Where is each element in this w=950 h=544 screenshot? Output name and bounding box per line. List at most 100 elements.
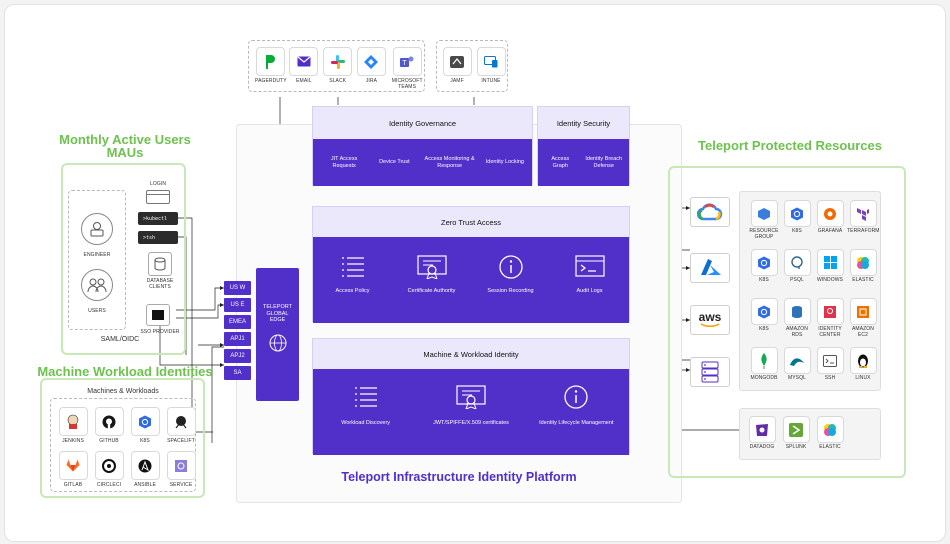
integration-jamf: JAMF: [442, 47, 472, 85]
resource-label: MYSQL: [787, 375, 806, 381]
workload-discovery-label: Workload Discovery: [341, 420, 391, 426]
tool-label: SPLUNK: [785, 444, 807, 450]
tool-label: DATADOG: [749, 444, 775, 450]
machine-item-k8s: K8S: [128, 407, 162, 451]
database-clients-icon: [148, 252, 172, 276]
machine-item-circleci: CIRCLECI: [92, 451, 126, 495]
region-emea: EMEA: [224, 315, 251, 329]
google-cloud-icon: [690, 197, 730, 227]
tsh-terminal: >tsh: [138, 231, 178, 244]
audit-logs-item: Audit Logs: [560, 255, 620, 295]
resource-label: AMAZON EC2: [852, 326, 874, 338]
users-label: USERS: [88, 307, 106, 314]
resource-item: AMAZON EC2: [847, 298, 879, 347]
globe-icon: [269, 334, 286, 352]
resource-item: K8S: [781, 200, 813, 249]
integration-intune: INTUNE: [476, 47, 506, 85]
machine-label: GITLAB: [63, 482, 83, 488]
login-browser-icon: [146, 190, 170, 204]
integration-label: JIRA: [365, 78, 378, 84]
architecture-diagram: PAGERDUTY EMAIL SLACK JIRA T MICROSOFT T…: [0, 0, 950, 544]
resource-label: ELASTIC: [852, 277, 874, 283]
workload-discovery-item: Workload Discovery: [326, 385, 406, 427]
jamf-icon: [442, 47, 472, 76]
tools-grid: DATADOG SPLUNK ELASTIC: [739, 408, 881, 460]
resource-item: RESOURCE GROUP: [748, 200, 780, 249]
k8s-icon: [750, 249, 778, 276]
resource-label: GRAFANA: [817, 228, 843, 234]
circleci-icon: [94, 451, 124, 480]
tool-item: ELASTIC: [816, 416, 844, 451]
machine-label: SPACELIFT: [167, 438, 195, 444]
machine-label: K8S: [140, 438, 150, 444]
integrations-left-row: PAGERDUTY EMAIL SLACK JIRA T MICROSOFT T…: [249, 41, 424, 91]
device-trust-label: Device Trust: [379, 159, 410, 166]
grafana-icon: [816, 200, 844, 227]
integration-pagerduty: PAGERDUTY: [255, 47, 287, 91]
mau-users-group: ENGINEER USERS: [68, 190, 126, 330]
gitlab-icon: [58, 451, 88, 480]
integration-label: JAMF: [450, 78, 464, 84]
machine-label: SERVICE: [169, 482, 193, 488]
elastic-icon: [849, 249, 877, 276]
resource-item: MONGODB: [748, 347, 780, 396]
integration-slack: SLACK: [323, 47, 353, 91]
list-icon: [341, 257, 364, 277]
azure-icon: [690, 253, 730, 283]
teleport-global-edge: TELEPORT GLOBAL EDGE: [256, 268, 299, 401]
integration-label: MICROSOFT TEAMS: [391, 78, 423, 90]
resource-item: ELASTIC: [847, 249, 879, 298]
resource-label: MONGODB: [750, 375, 778, 381]
mysql-icon: [783, 347, 811, 374]
audit-logs-label: Audit Logs: [576, 288, 603, 294]
integration-label: EMAIL: [296, 78, 312, 84]
elastic-icon: [816, 416, 844, 443]
windows-icon: [816, 249, 844, 276]
integration-label: PAGERDUTY: [255, 78, 287, 84]
terraform-icon: [849, 200, 877, 227]
login-label: LOGIN: [149, 181, 167, 187]
resource-label: LINUX: [855, 375, 871, 381]
machines-workloads-label: Machines & Workloads: [87, 388, 159, 395]
email-icon: [289, 47, 319, 76]
integration-microsoft-teams: T MICROSOFT TEAMS: [390, 47, 424, 91]
access-policy-label: Access Policy: [335, 288, 370, 294]
session-recording-item: Session Recording: [481, 255, 541, 295]
resource-item: AMAZON RDS: [781, 298, 813, 347]
resource-item: SSH: [814, 347, 846, 396]
machine-item-spacelift: SPACELIFT: [164, 407, 198, 451]
jira-icon: [356, 47, 386, 76]
mau-title-line2: MAUs: [106, 145, 144, 160]
mongodb-icon: [750, 347, 778, 374]
session-recording-label: Session Recording: [487, 288, 534, 294]
machine-workload-title: Machine Workload Identities: [37, 364, 213, 379]
resource-label: K8S: [759, 277, 769, 283]
identity-breach-defense-label: Identity Breach Defense: [585, 155, 623, 169]
machine-item-gitlab: GITLAB: [56, 451, 90, 495]
integration-label: INTUNE: [481, 78, 501, 84]
resource-label: K8S: [792, 228, 802, 234]
identity-lifecycle-item: Identity Lifecycle Management: [536, 385, 616, 427]
certificate-authority-label: Certificate Authority: [407, 288, 456, 294]
sso-provider-label: SSO PROVIDER: [140, 329, 180, 335]
amazon-ec2-icon: [849, 298, 877, 325]
amazon-rds-icon: [783, 298, 811, 325]
integrations-group-left: PAGERDUTY EMAIL SLACK JIRA T MICROSOFT T…: [248, 40, 425, 92]
integration-email: EMAIL: [289, 47, 319, 91]
aws-label: aws: [698, 310, 722, 324]
resource-label: SSH: [824, 375, 836, 381]
region-apj1: APJ1: [224, 332, 251, 346]
global-edge-label: TELEPORT GLOBAL EDGE: [263, 304, 292, 324]
region-apj2: APJ2: [224, 349, 251, 363]
access-monitoring-label: Access Monitoring & Response: [424, 155, 475, 169]
resource-label: IDENTITY CENTER: [818, 326, 842, 338]
region-us-e: US E: [224, 298, 251, 312]
region-us-w: US W: [224, 281, 251, 295]
slack-icon: [323, 47, 353, 76]
jit-access-requests-label: JIT Access Requests: [330, 155, 358, 169]
identity-governance-card: Identity Governance JIT Access Requests …: [312, 106, 533, 186]
datadog-icon: [748, 416, 776, 443]
certificates-label: JWT/SPIFFE/X.509 certificates: [433, 420, 509, 426]
resource-label: WINDOWS: [817, 277, 843, 283]
resource-label: RESOURCE GROUP: [749, 228, 779, 240]
